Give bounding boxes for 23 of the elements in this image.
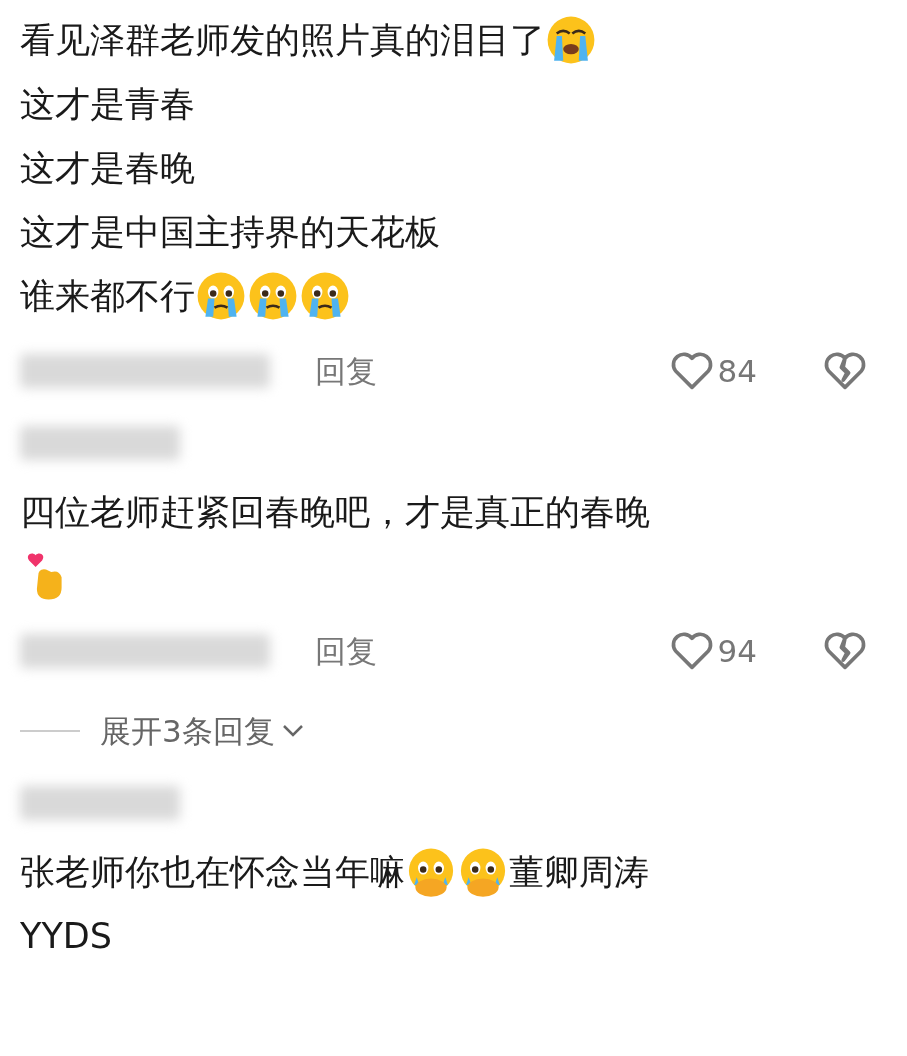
chevron-down-icon [280, 723, 305, 739]
comment-text: 董卿周涛 [509, 850, 649, 894]
teary-face-icon [247, 270, 299, 322]
comment-text: 这才是青春 [20, 82, 195, 126]
comment-text: 看见泽群老师发的照片真的泪目了 [20, 18, 545, 62]
reply-link[interactable]: 回复 [315, 347, 377, 395]
like-count: 94 [717, 631, 757, 671]
comment-text: 四位老师赶紧回春晚吧，才是真正的春晚 [20, 490, 650, 534]
reply-link[interactable]: 回复 [315, 627, 377, 675]
expand-replies-button[interactable]: 展开3条回复 [100, 707, 305, 755]
teary-face-icon [195, 270, 247, 322]
broken-heart-icon[interactable] [823, 631, 867, 671]
comment-text: YYDS [20, 914, 112, 958]
comment-text: 这才是中国主持界的天花板 [20, 210, 440, 254]
comment-text: 张老师你也在怀念当年嘛 [20, 850, 405, 894]
like-count: 84 [717, 351, 757, 391]
heart-icon[interactable] [669, 631, 714, 671]
comment-text: 谁来都不行 [20, 274, 195, 318]
crying-face-icon [545, 14, 597, 66]
broken-heart-icon[interactable] [823, 351, 867, 391]
comment-text: 这才是春晚 [20, 146, 195, 190]
teary-face-icon [299, 270, 351, 322]
heart-icon[interactable] [669, 351, 714, 391]
